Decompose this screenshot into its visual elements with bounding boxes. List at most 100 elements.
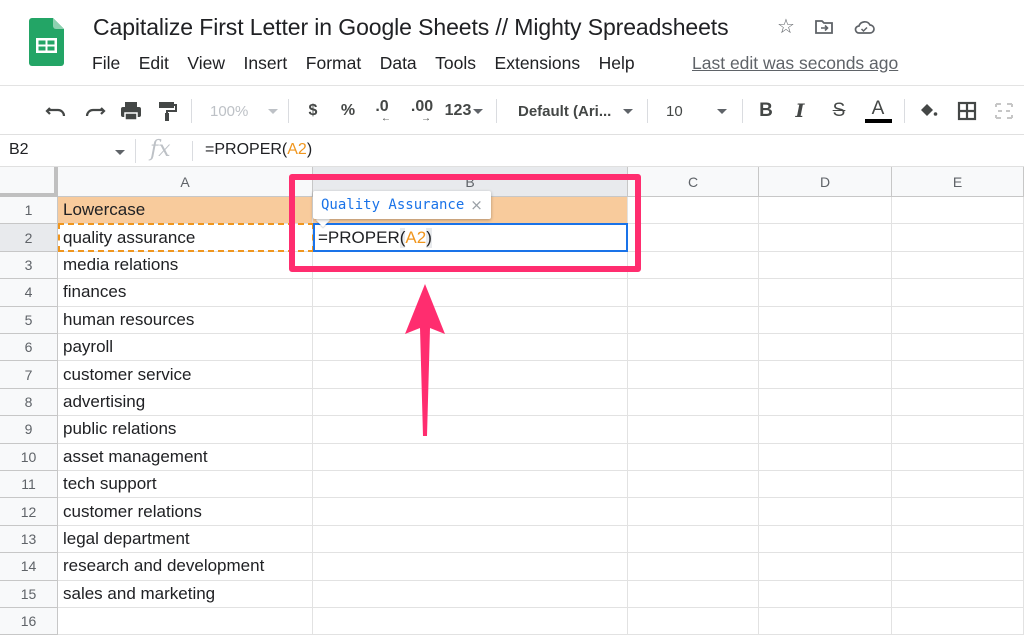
cell-e7[interactable] [892,361,1024,389]
menu-data[interactable]: Data [380,53,417,74]
cell-a6[interactable]: payroll [58,334,313,362]
borders-icon[interactable] [955,98,979,124]
cell-b8[interactable] [313,388,628,417]
menu-edit[interactable]: Edit [139,53,169,74]
sheets-logo-icon[interactable] [29,18,64,66]
row-header-14[interactable]: 14 [0,553,58,581]
more-formats-button[interactable]: 123 [443,98,485,124]
cell-c3[interactable] [628,251,759,280]
cell-e10[interactable] [892,443,1024,471]
spreadsheet-grid[interactable]: A B C D E 1 Lowercase 2 quality assurance 3 media … [0,167,1024,637]
paint-format-icon[interactable] [154,98,180,124]
row-header-9[interactable]: 9 [0,416,58,444]
cell-c14[interactable] [628,553,759,581]
cell-b7[interactable] [313,361,628,389]
cell-c5[interactable] [628,306,759,334]
row-header-8[interactable]: 8 [0,388,58,417]
font-family-select[interactable]: Default (Ari... [518,98,636,124]
column-header-e[interactable]: E [892,167,1024,197]
cell-d1[interactable] [759,197,892,225]
cell-a4[interactable]: finances [58,279,313,307]
cell-c10[interactable] [628,443,759,471]
row-header-11[interactable]: 11 [0,471,58,499]
cell-e3[interactable] [892,251,1024,280]
cell-b5[interactable] [313,306,628,334]
cell-b12[interactable] [313,498,628,526]
cell-b9[interactable] [313,416,628,444]
cell-c13[interactable] [628,525,759,554]
undo-icon[interactable] [44,98,70,124]
cell-a1[interactable]: Lowercase [58,197,313,225]
cell-a10[interactable]: asset management [58,443,313,471]
row-header-12[interactable]: 12 [0,498,58,526]
star-icon[interactable]: ☆ [775,16,797,38]
cell-a3[interactable]: media relations [58,251,313,280]
cell-d13[interactable] [759,525,892,554]
cell-b13[interactable] [313,525,628,554]
menu-insert[interactable]: Insert [243,53,287,74]
cell-e5[interactable] [892,306,1024,334]
cell-b16[interactable] [313,608,628,636]
cell-d16[interactable] [759,608,892,636]
cell-a16[interactable] [58,608,313,636]
cell-d12[interactable] [759,498,892,526]
name-box[interactable]: B2 [9,141,29,159]
cell-d8[interactable] [759,388,892,417]
cell-c12[interactable] [628,498,759,526]
formula-input[interactable]: =PROPER(A2) [205,141,312,159]
cell-a12[interactable]: customer relations [58,498,313,526]
menu-file[interactable]: File [92,53,120,74]
cell-b3[interactable] [313,251,628,280]
cell-d11[interactable] [759,471,892,499]
row-header-16[interactable]: 16 [0,608,58,636]
cell-e16[interactable] [892,608,1024,636]
cell-a14[interactable]: research and development [58,553,313,581]
menu-extensions[interactable]: Extensions [495,53,581,74]
percent-format-button[interactable]: % [337,98,359,124]
cell-b4[interactable] [313,279,628,307]
decrease-decimal-button[interactable]: .0 ← [370,98,394,124]
row-header-5[interactable]: 5 [0,306,58,334]
cell-a8[interactable]: advertising [58,388,313,417]
row-header-2[interactable]: 2 [0,224,58,252]
row-header-4[interactable]: 4 [0,279,58,307]
cell-c6[interactable] [628,334,759,362]
select-all-corner[interactable] [0,167,58,197]
cell-d2[interactable] [759,224,892,252]
cell-c1[interactable] [628,197,759,225]
cell-e9[interactable] [892,416,1024,444]
cell-a15[interactable]: sales and marketing [58,580,313,608]
increase-decimal-button[interactable]: .00 → [407,98,437,124]
column-header-a[interactable]: A [58,167,313,197]
cell-e15[interactable] [892,580,1024,608]
menu-help[interactable]: Help [599,53,635,74]
cell-d10[interactable] [759,443,892,471]
cell-d4[interactable] [759,279,892,307]
row-header-3[interactable]: 3 [0,251,58,280]
cell-d14[interactable] [759,553,892,581]
cell-e12[interactable] [892,498,1024,526]
cloud-saved-icon[interactable] [853,16,875,38]
row-header-10[interactable]: 10 [0,443,58,471]
cell-c9[interactable] [628,416,759,444]
cell-a5[interactable]: human resources [58,306,313,334]
cell-b11[interactable] [313,471,628,499]
row-header-1[interactable]: 1 [0,197,58,225]
document-title[interactable]: Capitalize First Letter in Google Sheets… [93,14,729,41]
cell-b10[interactable] [313,443,628,471]
cell-e13[interactable] [892,525,1024,554]
cell-d6[interactable] [759,334,892,362]
strikethrough-button[interactable]: S [828,98,850,124]
cell-e1[interactable] [892,197,1024,225]
close-icon[interactable]: × [470,196,483,214]
cell-e2[interactable] [892,224,1024,252]
cell-e6[interactable] [892,334,1024,362]
row-header-6[interactable]: 6 [0,334,58,362]
cell-c11[interactable] [628,471,759,499]
last-edit-link[interactable]: Last edit was seconds ago [692,53,898,74]
column-header-d[interactable]: D [759,167,892,197]
currency-format-button[interactable]: $ [303,98,323,124]
cell-d7[interactable] [759,361,892,389]
italic-button[interactable]: I [790,98,810,124]
cell-c7[interactable] [628,361,759,389]
